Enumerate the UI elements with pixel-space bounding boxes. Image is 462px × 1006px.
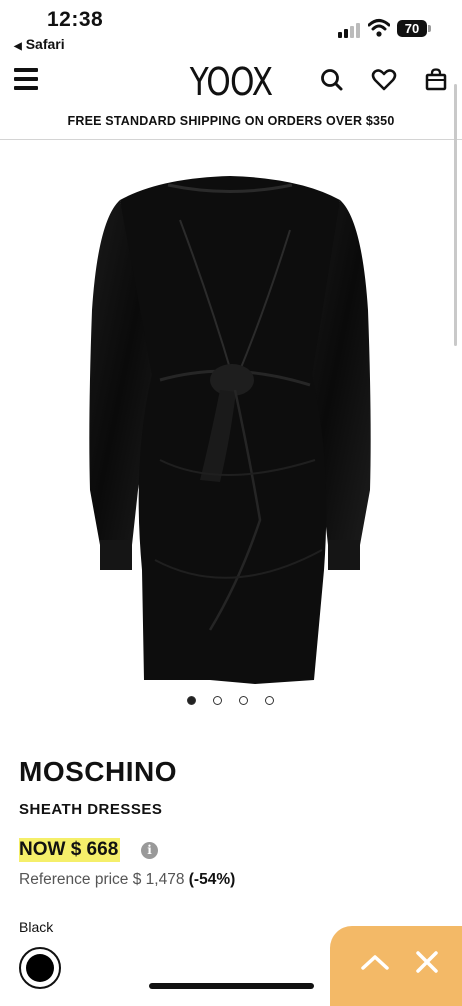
header-divider (0, 139, 462, 140)
status-bar: 12:38 ◀ Safari 70 (0, 0, 462, 58)
gallery-dot[interactable] (239, 696, 248, 705)
reference-price-label: Reference price $ 1,478 (19, 871, 185, 888)
product-category: SHEATH DRESSES (19, 801, 163, 818)
color-swatch-black[interactable] (19, 947, 61, 989)
info-icon[interactable]: i (141, 842, 158, 859)
yoox-logo[interactable]: YOOX (42, 60, 421, 104)
gallery-dot[interactable] (213, 696, 222, 705)
chevron-up-icon[interactable] (358, 945, 392, 979)
color-label: Black (19, 919, 54, 935)
scrollbar[interactable] (454, 84, 457, 346)
gallery-pagination (0, 695, 462, 709)
site-header: YOOX (0, 58, 462, 108)
battery-icon: 70 (397, 20, 427, 37)
back-to-app-link[interactable]: ◀ Safari (14, 36, 65, 52)
heart-icon[interactable] (370, 66, 398, 94)
back-app-label: Safari (25, 36, 65, 52)
gallery-dot[interactable] (187, 696, 196, 705)
discount-badge: (-54%) (188, 871, 236, 888)
back-triangle-icon: ◀ (14, 41, 22, 52)
status-time: 12:38 (47, 8, 104, 31)
search-icon[interactable] (318, 66, 346, 94)
gallery-dot[interactable] (265, 696, 274, 705)
floating-nav-panel (330, 926, 462, 1006)
current-price: NOW $ 668 (19, 838, 121, 862)
menu-icon[interactable] (14, 68, 38, 90)
battery-tip (428, 25, 431, 32)
product-image[interactable] (60, 160, 400, 690)
shopping-bag-icon[interactable] (422, 66, 450, 94)
reference-price: Reference price $ 1,478 (-54%) (19, 871, 235, 889)
shipping-banner: FREE STANDARD SHIPPING ON ORDERS OVER $3… (67, 114, 395, 128)
home-indicator (149, 983, 314, 989)
brand-name[interactable]: MOSCHINO (19, 756, 177, 788)
cellular-signal-icon (338, 22, 362, 38)
swatch-fill (26, 954, 54, 982)
wifi-icon (368, 19, 390, 37)
close-icon[interactable] (410, 945, 444, 979)
